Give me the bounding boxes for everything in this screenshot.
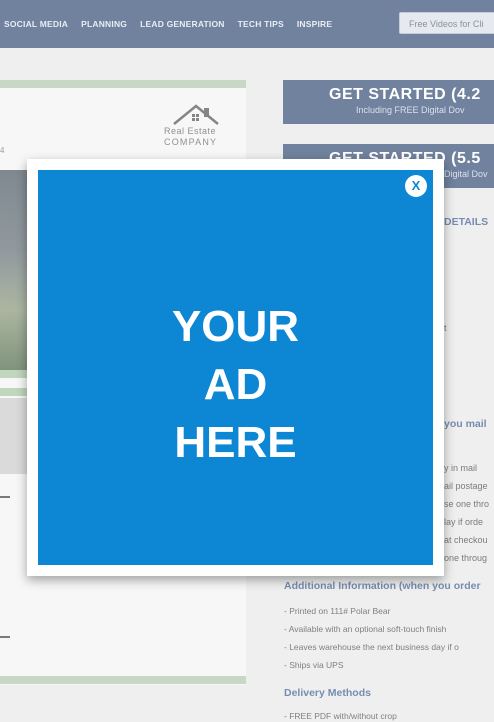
ad-text-line: HERE xyxy=(174,418,297,467)
ad-text-line: YOUR xyxy=(171,302,300,351)
ad-modal: YOUR AD HERE xyxy=(27,159,444,576)
close-button[interactable]: X xyxy=(405,175,427,197)
ad-placeholder[interactable]: YOUR AD HERE xyxy=(38,170,433,565)
ad-text-line: AD xyxy=(203,360,268,409)
